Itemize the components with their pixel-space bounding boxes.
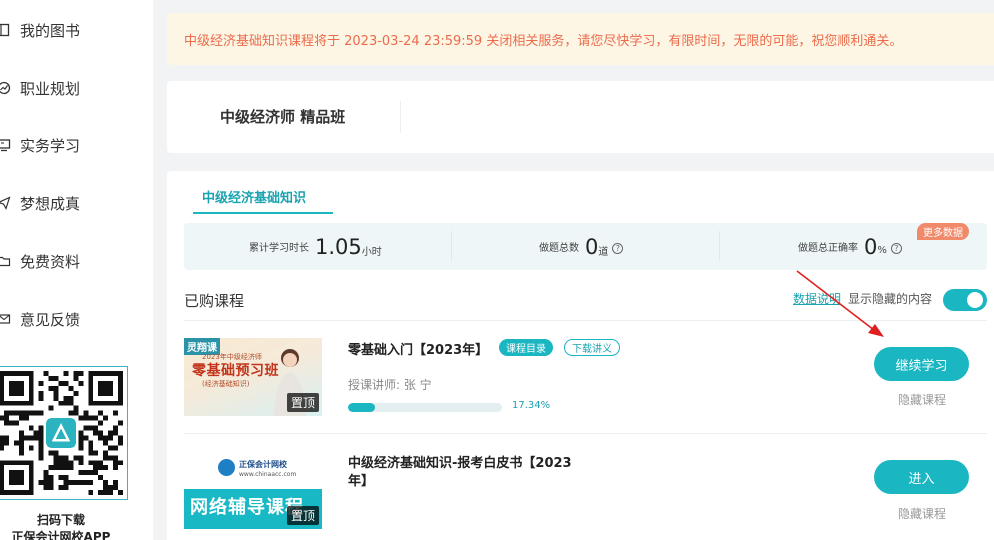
sidebar-item-label: 职业规划: [20, 79, 81, 98]
monitor-icon: [0, 138, 11, 152]
book-icon: [0, 23, 11, 37]
thumb-title: 零基础预习班: [192, 363, 279, 379]
sidebar-item-label: 免费资料: [20, 252, 81, 271]
course-progress: [348, 403, 502, 412]
sidebar-item-practice[interactable]: 实务学习: [0, 133, 80, 157]
stat-study-time: 累计学习时长 1.05 小时: [249, 234, 382, 259]
tab-subject[interactable]: 中级经济基础知识: [202, 187, 306, 206]
divider: [184, 433, 987, 434]
hide-course-link[interactable]: 隐藏课程: [898, 391, 946, 408]
pinned-tag: 置顶: [286, 506, 319, 525]
app-qr-code: [0, 366, 128, 500]
progress-percent: 17.34%: [512, 400, 551, 411]
sidebar-item-label: 我的图书: [20, 21, 81, 40]
download-notes-tag[interactable]: 下载讲义: [564, 339, 620, 356]
show-hidden-label: 显示隐藏的内容: [848, 292, 933, 306]
help-icon[interactable]: ?: [612, 243, 624, 254]
course-panel: 中级经济基础知识 累计学习时长 1.05 小时 做题总数 0 道 ? 做题总正确…: [167, 171, 994, 540]
help-icon[interactable]: ?: [890, 243, 902, 254]
stat-accuracy-value: 0: [864, 234, 878, 259]
brand-logo-icon: [218, 459, 235, 476]
stat-accuracy: 做题总正确率 0 % ?: [798, 223, 902, 270]
sidebar-item-my-books[interactable]: 我的图书: [0, 18, 80, 42]
sidebar-item-career[interactable]: 职业规划: [0, 76, 80, 100]
folder-icon: [0, 254, 11, 268]
pinned-tag: 置顶: [286, 393, 319, 412]
purchased-heading: 已购课程: [184, 292, 245, 310]
data-explanation-link[interactable]: 数据说明: [793, 290, 841, 307]
enter-course-button[interactable]: 进入: [874, 460, 969, 494]
sidebar-item-label: 实务学习: [20, 136, 81, 155]
thumb-header: 正保会计网校 www.chinaacc.com: [184, 451, 322, 489]
sidebar: 我的图书 职业规划 实务学习 梦想成真 免费资料 意见反馈 扫码下载 正保会计网…: [0, 0, 153, 540]
qr-caption: 扫码下载: [36, 513, 85, 527]
sidebar-item-label: 意见反馈: [20, 310, 81, 329]
progress-fill: [348, 403, 375, 412]
class-title[interactable]: 中级经济师 精品班: [220, 106, 345, 127]
sidebar-item-label: 梦想成真: [20, 194, 81, 213]
course-thumbnail[interactable]: 灵翔课 2023年中级经济师 零基础预习班 (经济基础知识) 置顶: [184, 338, 322, 416]
sidebar-item-free-materials[interactable]: 免费资料: [0, 249, 80, 273]
mail-icon: [0, 312, 11, 326]
divider: [719, 231, 720, 261]
course-thumbnail[interactable]: 正保会计网校 www.chinaacc.com 网络辅导课程 置顶: [184, 451, 322, 529]
more-data-badge[interactable]: 更多数据: [917, 223, 969, 240]
sidebar-item-feedback[interactable]: 意见反馈: [0, 307, 80, 331]
course-title[interactable]: 中级经济基础知识-报考白皮书【2023: [348, 452, 572, 471]
course-teacher: 授课讲师: 张 宁: [348, 378, 432, 392]
tab-underline: [193, 212, 333, 214]
service-notice: 中级经济基础知识课程将于 2023-03-24 23:59:59 关闭相关服务，…: [167, 13, 994, 65]
stat-study-value: 1.05: [315, 234, 362, 259]
course-catalog-tag[interactable]: 课程目录: [499, 339, 553, 356]
paper-plane-icon: [0, 196, 11, 210]
hide-course-link[interactable]: 隐藏课程: [898, 505, 946, 522]
sidebar-item-dream[interactable]: 梦想成真: [0, 191, 80, 215]
course-title-cont[interactable]: 年】: [348, 470, 374, 489]
divider: [400, 101, 401, 133]
continue-learning-button[interactable]: 继续学习: [874, 347, 969, 381]
qr-caption-app: 正保会计网校APP: [11, 530, 111, 540]
chart-icon: [0, 81, 11, 95]
stat-question-count: 做题总数 0 道 ?: [539, 223, 624, 270]
show-hidden-toggle[interactable]: [943, 289, 987, 311]
stat-question-value: 0: [585, 234, 599, 259]
toggle-knob: [967, 292, 983, 308]
divider: [451, 231, 452, 261]
class-card: 中级经济师 精品班: [167, 81, 994, 153]
study-stats: 累计学习时长 1.05 小时 做题总数 0 道 ? 做题总正确率 0 % ?: [184, 223, 987, 270]
course-title[interactable]: 零基础入门【2023年】: [348, 339, 488, 358]
divider: [184, 320, 987, 321]
